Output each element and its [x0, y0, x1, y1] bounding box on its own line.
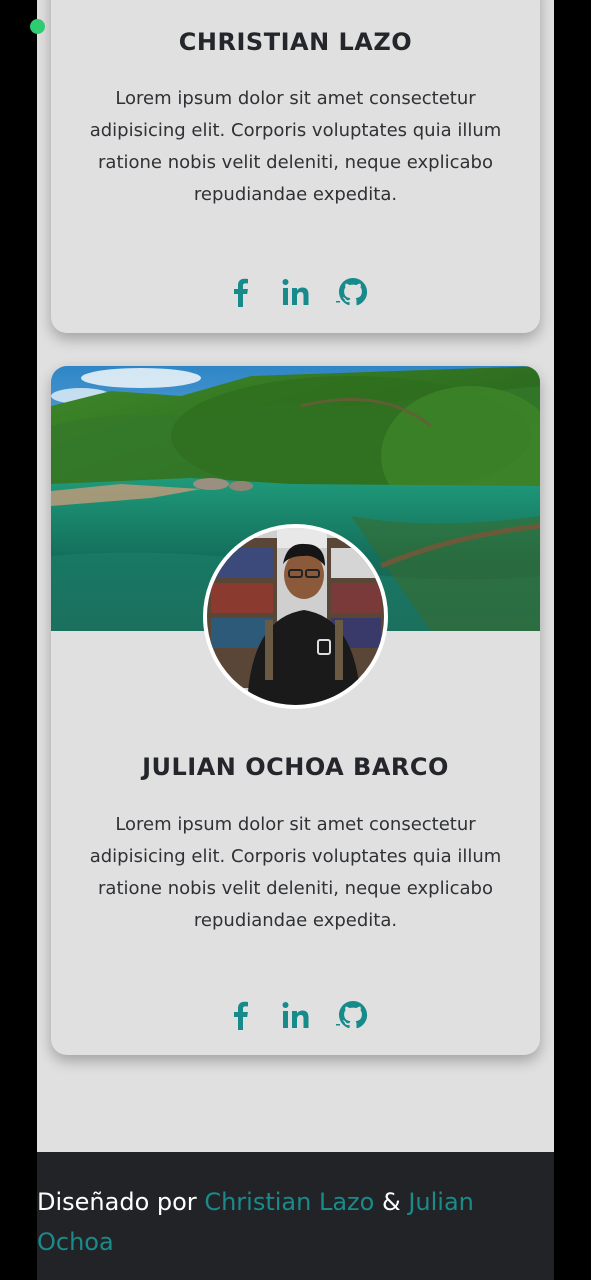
footer: Diseñado por Christian Lazo & Julian Och…: [37, 1152, 554, 1280]
avatar: [203, 524, 388, 709]
profile-card-julian: JULIAN OCHOA BARCO Lorem ipsum dolor sit…: [51, 366, 540, 1055]
status-dot: [30, 19, 45, 34]
author-link-christian[interactable]: Christian Lazo: [204, 1188, 374, 1216]
footer-credits: Diseñado por Christian Lazo & Julian Och…: [37, 1182, 507, 1262]
github-icon[interactable]: [335, 275, 369, 309]
card-name: CHRISTIAN LAZO: [178, 28, 413, 56]
social-links: [51, 998, 540, 1032]
footer-separator: &: [381, 1188, 401, 1216]
page: CHRISTIAN LAZO Lorem ipsum dolor sit ame…: [37, 0, 554, 1280]
card-description: Lorem ipsum dolor sit amet consectetur a…: [89, 88, 502, 205]
card-description: Lorem ipsum dolor sit amet consectetur a…: [89, 814, 502, 931]
social-links: [51, 275, 540, 309]
facebook-icon[interactable]: [223, 998, 257, 1032]
footer-prefix: Diseñado por: [37, 1188, 197, 1216]
linkedin-icon[interactable]: [279, 275, 313, 309]
github-icon[interactable]: [335, 998, 369, 1032]
linkedin-icon[interactable]: [279, 998, 313, 1032]
profile-card-christian: CHRISTIAN LAZO Lorem ipsum dolor sit ame…: [51, 0, 540, 333]
card-name: JULIAN OCHOA BARCO: [142, 753, 449, 781]
facebook-icon[interactable]: [223, 275, 257, 309]
